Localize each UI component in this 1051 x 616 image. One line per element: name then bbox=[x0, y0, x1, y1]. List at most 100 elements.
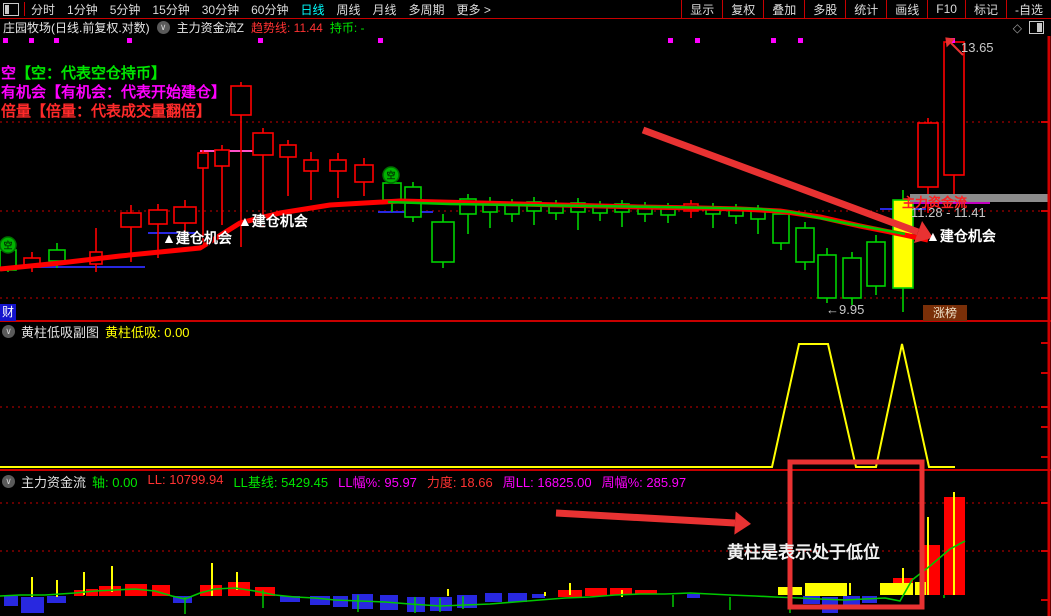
panel2-value: 黄柱低吸: 0.00 bbox=[105, 325, 190, 340]
signal-dot bbox=[54, 38, 59, 43]
signal-dot bbox=[378, 38, 383, 43]
top-menu-item[interactable]: 月线 bbox=[367, 1, 403, 18]
layout-icon[interactable] bbox=[3, 2, 19, 16]
signal-dot bbox=[695, 38, 700, 43]
candle-body bbox=[120, 212, 142, 228]
collapse-icon[interactable] bbox=[2, 325, 15, 338]
trend-value: 趋势线: 11.44 bbox=[251, 21, 323, 35]
top-menu-item[interactable]: 叠加 bbox=[763, 0, 804, 18]
top-menu-item[interactable]: 日线 bbox=[294, 1, 330, 18]
outflow-bar bbox=[21, 597, 44, 613]
candle-body bbox=[795, 227, 815, 263]
outflow-bar bbox=[4, 596, 18, 606]
outflow-bar bbox=[485, 593, 502, 602]
toolbar-right-menu: 显示 复权 叠加 多股 统计 画线 F10 标记 -自选 bbox=[681, 0, 1051, 18]
outflow-bar bbox=[430, 597, 452, 611]
low-position-bar bbox=[805, 583, 847, 596]
candle-body bbox=[279, 144, 297, 158]
outflow-bar bbox=[532, 594, 545, 598]
toolbar-left-menu: 分时 1分钟 5分钟 15分钟 30分钟 60分钟 日线 周线 月线 多周期 更多 > bbox=[25, 1, 497, 18]
candle-body bbox=[252, 132, 274, 156]
signal-dot bbox=[29, 38, 34, 43]
candle-body bbox=[148, 209, 168, 225]
top-menu-item[interactable]: 多周期 bbox=[403, 1, 451, 18]
top-menu-item[interactable]: 画线 bbox=[886, 0, 927, 18]
candle-body bbox=[197, 152, 209, 169]
kong-icon-glyph: 空 bbox=[3, 240, 12, 251]
top-menu-item[interactable]: 5分钟 bbox=[104, 1, 147, 18]
top-menu-item[interactable]: 分时 bbox=[25, 1, 61, 18]
inflow-bar bbox=[585, 588, 607, 596]
collapse-icon[interactable] bbox=[156, 21, 170, 34]
top-menu-item[interactable]: 复权 bbox=[722, 0, 763, 18]
diamond-icon[interactable]: ◇ bbox=[1013, 21, 1022, 35]
candle-body bbox=[329, 159, 347, 172]
outflow-bar bbox=[47, 596, 66, 603]
chart-canvas[interactable]: 空空 bbox=[0, 0, 1051, 616]
top-menu-item[interactable]: 15分钟 bbox=[146, 1, 195, 18]
candle-body bbox=[303, 159, 319, 172]
candle-body bbox=[173, 206, 197, 224]
stock-title: 庄园牧场(日线.前复权.对数) bbox=[3, 21, 150, 35]
signal-dot bbox=[771, 38, 776, 43]
candle-body bbox=[817, 254, 837, 299]
signal-dot bbox=[3, 38, 8, 43]
window-icon[interactable] bbox=[1029, 21, 1044, 34]
top-menu-item[interactable]: 1分钟 bbox=[61, 1, 104, 18]
indicator-name[interactable]: 主力资金流Z bbox=[177, 19, 244, 36]
top-menu-item[interactable]: 周线 bbox=[330, 1, 366, 18]
price-range-bar bbox=[910, 194, 1048, 202]
top-menu-item[interactable]: -自选 bbox=[1006, 0, 1051, 18]
signal-dot bbox=[798, 38, 803, 43]
candle-body bbox=[382, 182, 402, 201]
indicator-field: 力度: 18.66 bbox=[426, 475, 493, 490]
app-window: 空空 分时 1分钟 5分钟 15分钟 30分钟 60分钟 日线 周线 月线 多周期 更多 > 显示复… bbox=[0, 0, 1051, 616]
top-menu-item[interactable]: 显示 bbox=[681, 0, 722, 18]
hold-value: 持币: - bbox=[329, 21, 365, 35]
top-menu-item[interactable]: 多股 bbox=[804, 0, 845, 18]
indicator-field: 周LL: 16825.00 bbox=[502, 475, 592, 490]
annotation-arrow-bottom-head bbox=[734, 511, 751, 535]
panel3-title[interactable]: 主力资金流 bbox=[21, 472, 86, 491]
annotation-arrow-bottom bbox=[555, 509, 736, 527]
kong-icon-glyph: 空 bbox=[386, 170, 395, 181]
outflow-bar bbox=[687, 594, 700, 598]
candle-body bbox=[230, 85, 252, 116]
indicator-field: LL: 10799.94 bbox=[147, 472, 224, 487]
panel2-title: 黄柱低吸副图 bbox=[21, 325, 100, 340]
top-menu-item[interactable]: 30分钟 bbox=[196, 1, 245, 18]
candle-body bbox=[772, 213, 790, 244]
indicator-field: LL基线: 5429.45 bbox=[233, 475, 329, 490]
outflow-bar bbox=[803, 596, 820, 604]
candle-body bbox=[842, 257, 862, 299]
indicator-field: LL幅%: 95.97 bbox=[338, 475, 417, 490]
candle-body bbox=[892, 199, 914, 289]
candle-body bbox=[214, 149, 230, 167]
candle-body bbox=[354, 164, 374, 183]
indicator-field: 周幅%: 285.97 bbox=[601, 475, 687, 490]
top-menu-item[interactable]: 统计 bbox=[845, 0, 886, 18]
candle-body bbox=[943, 41, 965, 176]
toolbar: 分时 1分钟 5分钟 15分钟 30分钟 60分钟 日线 周线 月线 多周期 更多 > 显示 复权 叠加… bbox=[0, 0, 1051, 19]
signal-dot bbox=[668, 38, 673, 43]
signal-dot bbox=[258, 38, 263, 43]
low-position-bar bbox=[880, 583, 913, 595]
panel3-header: 主力资金流 轴: 0.00 LL: 10799.94 LL基线: 5429.45 LL… bbox=[2, 472, 690, 491]
candle-body bbox=[917, 122, 939, 188]
top-menu-item[interactable]: F10 bbox=[927, 0, 965, 18]
indicator-field: 轴: 0.00 bbox=[92, 475, 138, 490]
limit-up-badge[interactable]: 涨榜 bbox=[923, 305, 967, 321]
collapse-icon[interactable] bbox=[2, 475, 15, 488]
panel3-fields: 轴: 0.00 LL: 10799.94 LL基线: 5429.45 LL幅%: 95… bbox=[92, 472, 690, 491]
top-menu-item[interactable]: 更多 > bbox=[451, 1, 497, 18]
candle-body bbox=[431, 221, 455, 263]
yellow-indicator-line bbox=[0, 343, 955, 468]
top-menu-item[interactable]: 标记 bbox=[964, 0, 1006, 18]
top-menu-item[interactable]: 60分钟 bbox=[245, 1, 294, 18]
candle-body bbox=[48, 249, 66, 262]
outflow-bar bbox=[333, 596, 348, 607]
panel2-header: 黄柱低吸副图 黄柱低吸: 0.00 bbox=[2, 322, 190, 341]
candle-body bbox=[866, 241, 886, 287]
outflow-bar bbox=[457, 595, 477, 608]
left-tag-badge[interactable]: 财 bbox=[0, 304, 16, 321]
